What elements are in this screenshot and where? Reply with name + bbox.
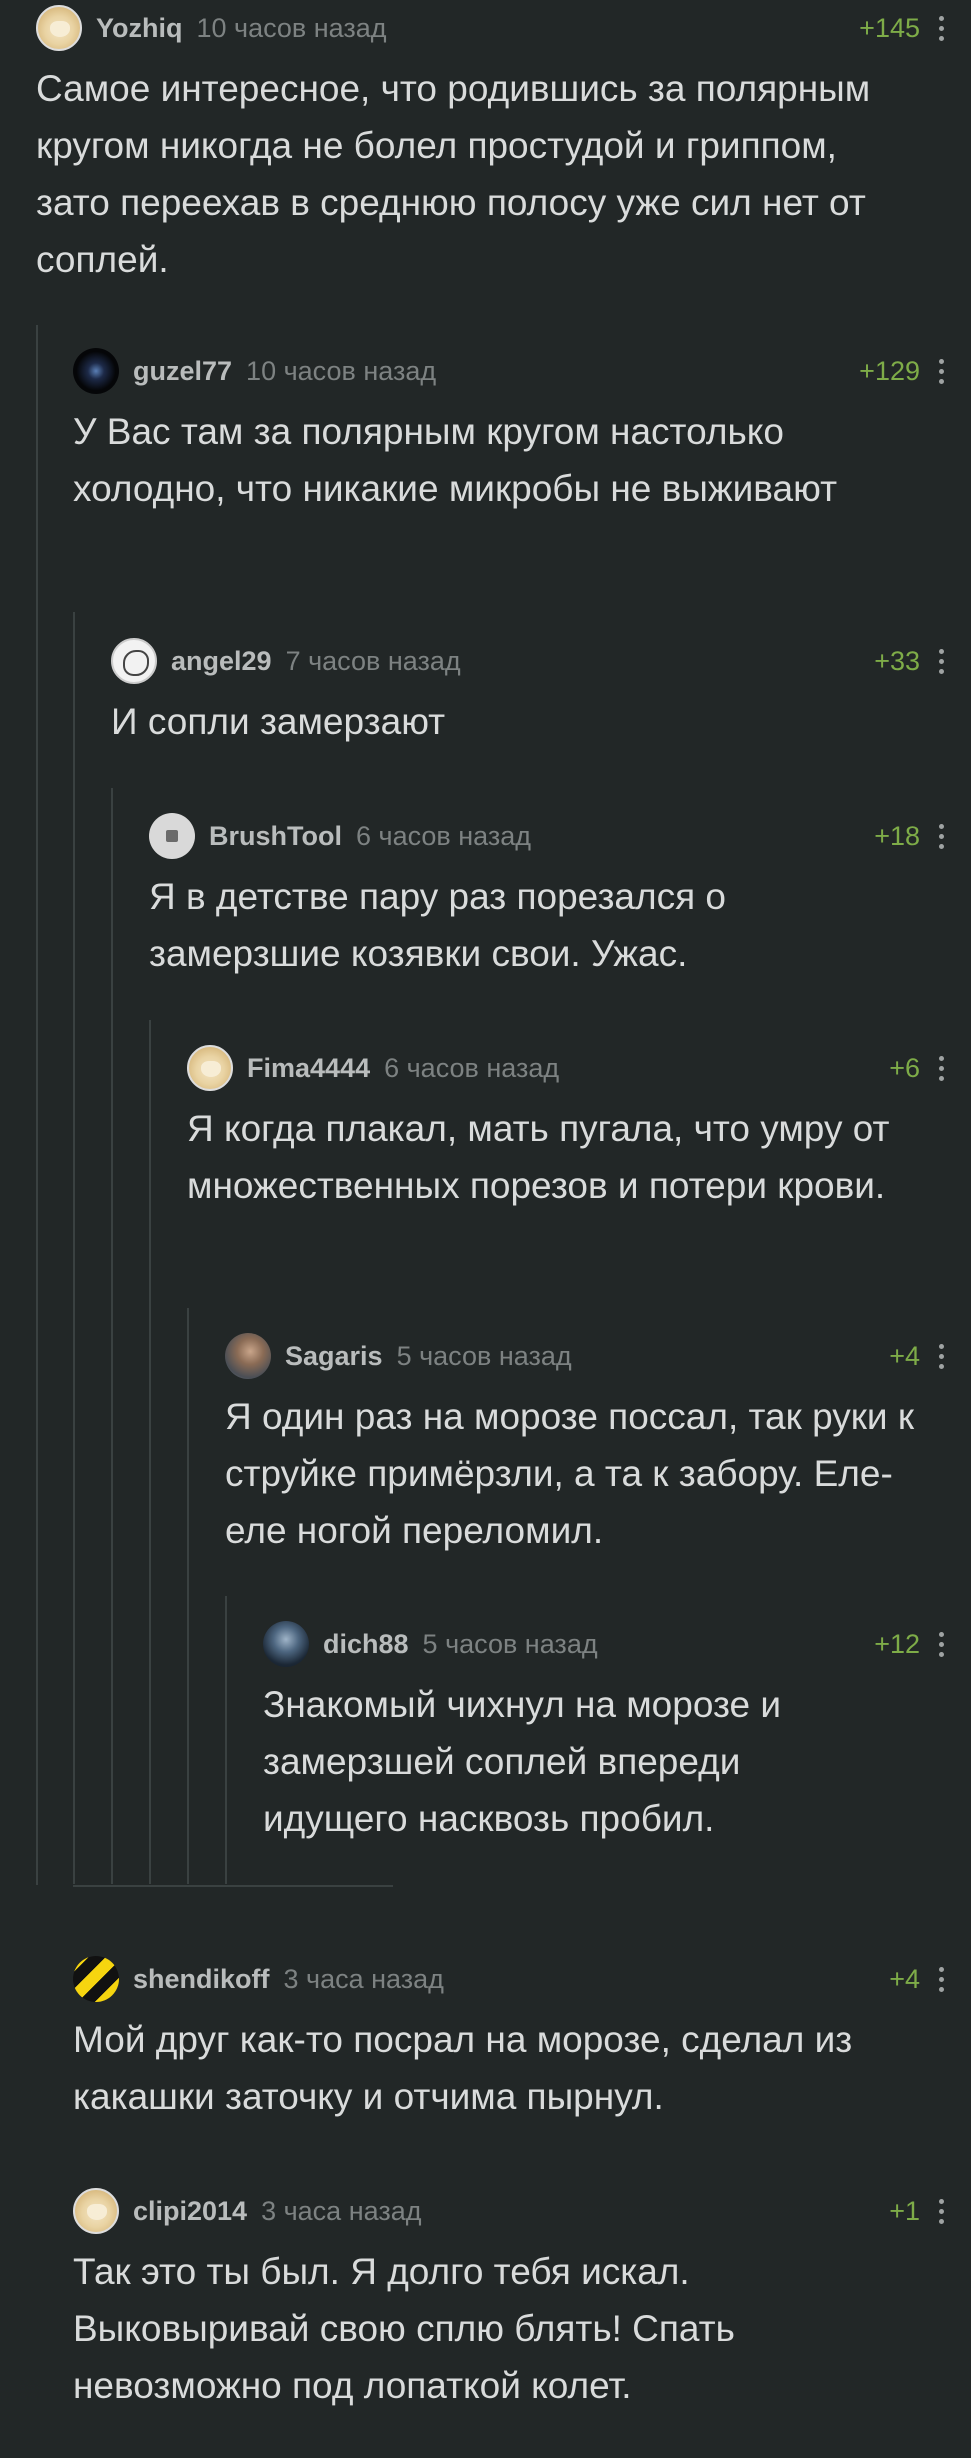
sketch-avatar-icon[interactable] [111,638,157,684]
comment-username[interactable]: shendikoff [133,1964,270,1995]
comment-header: BrushTool 6 часов назад +18 [149,810,946,862]
space-avatar-icon[interactable] [73,348,119,394]
comment-username[interactable]: clipi2014 [133,2196,247,2227]
comment: Yozhiq 10 часов назад +145 Самое интерес… [36,2,946,288]
comment-username[interactable]: angel29 [171,646,272,677]
comment-rating: +4 [889,1340,920,1371]
doge-avatar-icon[interactable] [187,1045,233,1091]
more-options-icon[interactable] [932,1959,950,1999]
comment-time[interactable]: 7 часов назад [286,646,461,677]
comment-username[interactable]: Yozhiq [96,13,182,44]
more-options-icon[interactable] [932,2191,950,2231]
comment: shendikoff 3 часа назад +4 Мой друг как-… [73,1953,946,2125]
comment-time[interactable]: 10 часов назад [246,356,436,387]
comment: guzel77 10 часов назад +129 У Вас там за… [73,345,946,517]
thread-line[interactable] [36,325,38,1885]
comment-text: Мой друг как-то посрал на морозе, сделал… [73,2019,853,2117]
comment-rating: +18 [874,820,920,851]
comment-username[interactable]: BrushTool [209,821,342,852]
comment-username[interactable]: dich88 [323,1629,409,1660]
comment-text: У Вас там за полярным кругом настолько х… [73,411,838,509]
thread-line[interactable] [111,788,113,1884]
more-options-icon[interactable] [932,1624,950,1664]
more-options-icon[interactable] [932,816,950,856]
comment-time[interactable]: 10 часов назад [196,13,386,44]
comment-time[interactable]: 3 часа назад [261,2196,421,2227]
comment-header: dich88 5 часов назад +12 [263,1618,946,1670]
comment-header: clipi2014 3 часа назад +1 [73,2185,946,2237]
comment: clipi2014 3 часа назад +1 Так это ты был… [73,2185,946,2414]
comment-rating: +1 [889,2195,920,2226]
striped-avatar-icon[interactable] [73,1956,119,2002]
photo-avatar-icon[interactable] [225,1333,271,1379]
comment-header: angel29 7 часов назад +33 [111,635,946,687]
comment-header: Yozhiq 10 часов назад +145 [36,2,946,54]
thread-line[interactable] [225,1596,227,1884]
comment-time[interactable]: 6 часов назад [356,821,531,852]
comment-rating: +129 [859,355,920,386]
comment-text: Я один раз на морозе поссал, так руки к … [225,1396,915,1551]
comment-username[interactable]: Sagaris [285,1341,383,1372]
comment-rating: +145 [859,12,920,43]
comment: Sagaris 5 часов назад +4 Я один раз на м… [225,1330,946,1559]
default-avatar-icon[interactable] [149,813,195,859]
comment-username[interactable]: guzel77 [133,356,232,387]
comment-text: Знакомый чихнул на морозе и замерзшей со… [263,1684,782,1839]
doge-avatar-icon[interactable] [36,5,82,51]
thread-line[interactable] [187,1308,189,1884]
comment-text: И сопли замерзают [111,701,446,742]
comment-text: Самое интересное, что родившись за поляр… [36,68,871,280]
comment-time[interactable]: 5 часов назад [423,1629,598,1660]
comment: Fima4444 6 часов назад +6 Я когда плакал… [187,1042,946,1214]
more-options-icon[interactable] [932,8,950,48]
thread-line[interactable] [149,1020,151,1884]
thread-divider [73,1885,393,1887]
comment: dich88 5 часов назад +12 Знакомый чихнул… [263,1618,946,1847]
more-options-icon[interactable] [932,351,950,391]
comment-text: Так это ты был. Я долго тебя искал. Выко… [73,2251,735,2406]
comment-rating: +6 [889,1052,920,1083]
comment-rating: +33 [874,645,920,676]
comment-username[interactable]: Fima4444 [247,1053,370,1084]
more-options-icon[interactable] [932,1048,950,1088]
comment-time[interactable]: 6 часов назад [384,1053,559,1084]
comment: angel29 7 часов назад +33 И сопли замерз… [111,635,946,750]
more-options-icon[interactable] [932,641,950,681]
comment-text: Я в детстве пару раз порезался о замерзш… [149,876,726,974]
comment: BrushTool 6 часов назад +18 Я в детстве … [149,810,946,982]
comment-rating: +12 [874,1628,920,1659]
comment-header: guzel77 10 часов назад +129 [73,345,946,397]
comments-page: Yozhiq 10 часов назад +145 Самое интерес… [0,0,971,2458]
comment-header: Fima4444 6 часов назад +6 [187,1042,946,1094]
hero-avatar-icon[interactable] [263,1621,309,1667]
comment-time[interactable]: 3 часа назад [284,1964,444,1995]
comment-header: shendikoff 3 часа назад +4 [73,1953,946,2005]
more-options-icon[interactable] [932,1336,950,1376]
comment-time[interactable]: 5 часов назад [397,1341,572,1372]
comment-rating: +4 [889,1963,920,1994]
comment-text: Я когда плакал, мать пугала, что умру от… [187,1108,890,1206]
thread-line[interactable] [73,612,75,1884]
doge-avatar-icon[interactable] [73,2188,119,2234]
comment-header: Sagaris 5 часов назад +4 [225,1330,946,1382]
